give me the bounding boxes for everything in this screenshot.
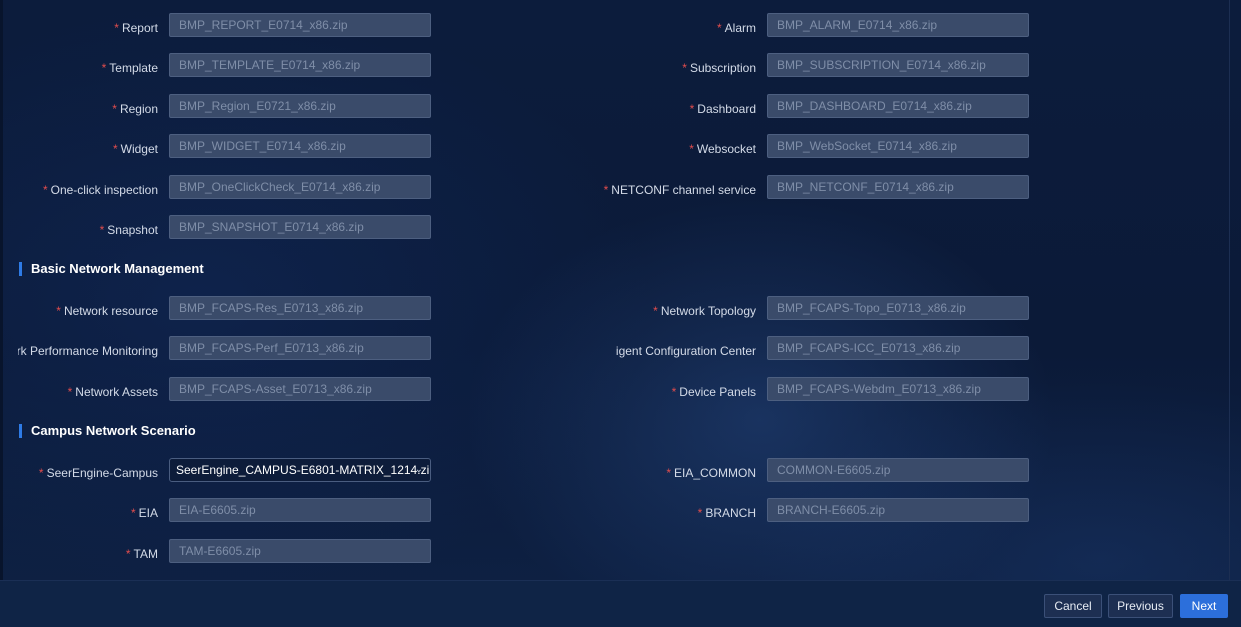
report-input[interactable]: BMP_REPORT_E0714_x86.zip bbox=[169, 13, 431, 37]
cancel-button[interactable]: Cancel bbox=[1044, 594, 1102, 618]
section-title-campus-network-scenario: Campus Network Scenario bbox=[19, 424, 196, 438]
field-label: * Network resource bbox=[56, 304, 158, 318]
field-label: * Dashboard bbox=[689, 102, 756, 116]
required-mark: * bbox=[666, 466, 671, 480]
dashboard-input[interactable]: BMP_DASHBOARD_E0714_x86.zip bbox=[767, 94, 1029, 118]
performance-monitoring-input[interactable]: BMP_FCAPS-Perf_E0713_x86.zip bbox=[169, 336, 431, 360]
next-button[interactable]: Next bbox=[1180, 594, 1228, 618]
required-mark: * bbox=[653, 304, 658, 318]
template-input[interactable]: BMP_TEMPLATE_E0714_x86.zip bbox=[169, 53, 431, 77]
form-row-device-panels: * Device Panels bbox=[600, 377, 756, 401]
form-row-subscription: * Subscription bbox=[600, 53, 756, 77]
form-row-configuration-center: lligent Configuration Center bbox=[616, 336, 756, 360]
field-label: * Widget bbox=[112, 142, 158, 156]
field-label: * Snapshot bbox=[99, 223, 158, 237]
chevron-down-icon: ⌄ bbox=[414, 464, 423, 475]
form-row-dashboard: * Dashboard bbox=[600, 94, 756, 118]
field-label: * NETCONF channel service bbox=[603, 183, 756, 197]
form-row-branch: * BRANCH bbox=[600, 498, 756, 522]
field-label: * Network Assets bbox=[67, 385, 158, 399]
snapshot-input[interactable]: BMP_SNAPSHOT_E0714_x86.zip bbox=[169, 215, 431, 239]
field-label: * BRANCH bbox=[697, 506, 756, 520]
form-row-network-resource: * Network resource bbox=[0, 296, 158, 320]
field-label: * One-click inspection bbox=[42, 183, 158, 197]
field-label: * Websocket bbox=[689, 142, 756, 156]
form-row-report: * Report bbox=[0, 13, 158, 37]
form-row-one-click-inspection: * One-click inspection bbox=[0, 175, 158, 199]
section-title-basic-network-management: Basic Network Management bbox=[19, 262, 204, 276]
required-mark: * bbox=[689, 142, 694, 156]
device-panels-input[interactable]: BMP_FCAPS-Webdm_E0713_x86.zip bbox=[767, 377, 1029, 401]
field-label: * EIA_COMMON bbox=[666, 466, 756, 480]
installation-form: * Report BMP_REPORT_E0714_x86.zip * Templa… bbox=[0, 0, 1232, 580]
previous-button[interactable]: Previous bbox=[1108, 594, 1173, 618]
required-mark: * bbox=[130, 506, 136, 520]
required-mark: * bbox=[101, 61, 107, 75]
form-row-eia: * EIA bbox=[0, 498, 158, 522]
required-mark: * bbox=[112, 142, 118, 156]
required-mark: * bbox=[716, 21, 722, 35]
one-click-inspection-input[interactable]: BMP_OneClickCheck_E0714_x86.zip bbox=[169, 175, 431, 199]
tam-input[interactable]: TAM-E6605.zip bbox=[169, 539, 431, 563]
alarm-input[interactable]: BMP_ALARM_E0714_x86.zip bbox=[767, 13, 1029, 37]
field-label: * Network Topology bbox=[653, 304, 756, 318]
field-label: * EIA bbox=[130, 506, 158, 520]
field-label: * Subscription bbox=[682, 61, 756, 75]
websocket-input[interactable]: BMP_WebSocket_E0714_x86.zip bbox=[767, 134, 1029, 158]
form-row-seerengine-campus: * SeerEngine-Campus bbox=[0, 458, 158, 482]
network-resource-input[interactable]: BMP_FCAPS-Res_E0713_x86.zip bbox=[169, 296, 431, 320]
field-label: * Region bbox=[112, 102, 158, 116]
eia-common-input[interactable]: COMMON-E6605.zip bbox=[767, 458, 1029, 482]
required-mark: * bbox=[125, 547, 131, 561]
field-label: * Report bbox=[114, 21, 158, 35]
netconf-input[interactable]: BMP_NETCONF_E0714_x86.zip bbox=[767, 175, 1029, 199]
field-label: lligent Configuration Center bbox=[616, 344, 756, 358]
required-mark: * bbox=[603, 183, 609, 197]
form-row-widget: * Widget bbox=[0, 134, 158, 158]
required-mark: * bbox=[99, 223, 105, 237]
required-mark: * bbox=[38, 466, 44, 480]
network-topology-input[interactable]: BMP_FCAPS-Topo_E0713_x86.zip bbox=[767, 296, 1029, 320]
region-input[interactable]: BMP_Region_E0721_x86.zip bbox=[169, 94, 431, 118]
required-mark: * bbox=[697, 506, 703, 520]
required-mark: * bbox=[56, 304, 61, 318]
form-row-eia-common: * EIA_COMMON bbox=[600, 458, 756, 482]
field-label: * Template bbox=[101, 61, 158, 75]
required-mark: * bbox=[689, 102, 695, 116]
field-label: * Alarm bbox=[716, 21, 756, 35]
subscription-input[interactable]: BMP_SUBSCRIPTION_E0714_x86.zip bbox=[767, 53, 1029, 77]
field-label: ork Performance Monitoring bbox=[18, 344, 158, 358]
selected-value: SeerEngine_CAMPUS-E6801-MATRIX_1214.zip bbox=[176, 463, 431, 477]
form-row-alarm: * Alarm bbox=[600, 13, 756, 37]
form-row-tam: * TAM bbox=[0, 539, 158, 563]
form-row-network-assets: * Network Assets bbox=[0, 377, 158, 401]
seerengine-campus-select[interactable]: SeerEngine_CAMPUS-E6801-MATRIX_1214.zip … bbox=[169, 458, 431, 482]
configuration-center-input[interactable]: BMP_FCAPS-ICC_E0713_x86.zip bbox=[767, 336, 1029, 360]
required-mark: * bbox=[112, 102, 117, 116]
form-row-performance-monitoring: ork Performance Monitoring bbox=[18, 336, 158, 360]
field-label: * SeerEngine-Campus bbox=[38, 466, 158, 480]
footer-bar: Cancel Previous Next bbox=[0, 580, 1241, 627]
required-mark: * bbox=[682, 61, 687, 75]
form-row-network-topology: * Network Topology bbox=[600, 296, 756, 320]
required-mark: * bbox=[67, 385, 73, 399]
eia-input[interactable]: EIA-E6605.zip bbox=[169, 498, 431, 522]
network-assets-input[interactable]: BMP_FCAPS-Asset_E0713_x86.zip bbox=[169, 377, 431, 401]
required-mark: * bbox=[42, 183, 48, 197]
required-mark: * bbox=[114, 21, 119, 35]
field-label: * Device Panels bbox=[671, 385, 756, 399]
form-row-snapshot: * Snapshot bbox=[0, 215, 158, 239]
widget-input[interactable]: BMP_WIDGET_E0714_x86.zip bbox=[169, 134, 431, 158]
field-label: * TAM bbox=[125, 547, 158, 561]
branch-input[interactable]: BRANCH-E6605.zip bbox=[767, 498, 1029, 522]
form-row-netconf: * NETCONF channel service bbox=[560, 175, 756, 199]
form-row-websocket: * Websocket bbox=[600, 134, 756, 158]
form-row-region: * Region bbox=[0, 94, 158, 118]
required-mark: * bbox=[671, 385, 677, 399]
form-row-template: * Template bbox=[0, 53, 158, 77]
